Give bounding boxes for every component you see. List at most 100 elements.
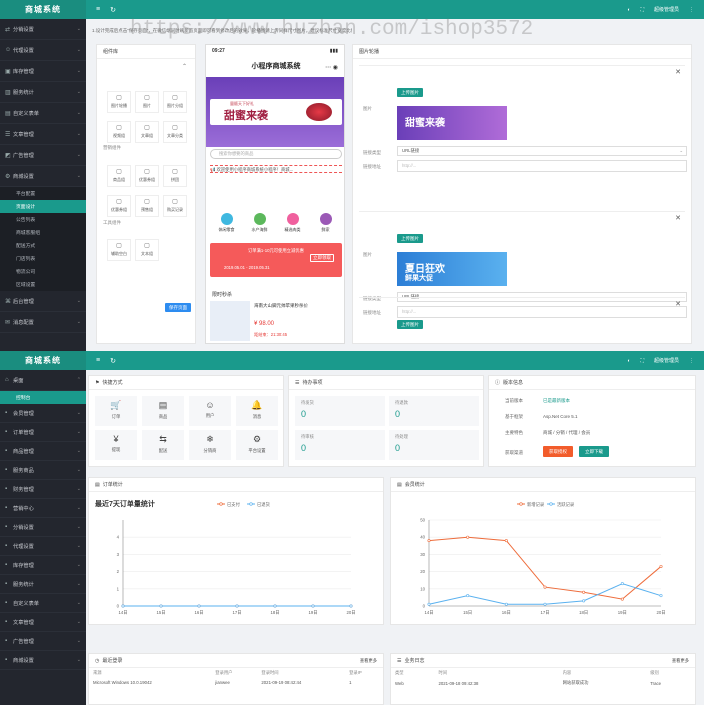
theme-icon[interactable]: ◐	[627, 358, 630, 364]
sidebar-item[interactable]: ▣ 库存管理 ⌄	[0, 61, 86, 82]
coupon-claim-button[interactable]: 立即领取	[310, 254, 334, 262]
sidebar-item[interactable]: ⇄ 分销设置 ⌄	[0, 19, 86, 40]
close-icon[interactable]: ✕	[675, 300, 681, 308]
close-icon[interactable]: ✕	[675, 214, 681, 222]
quick-shortcut[interactable]: ¥ 提现	[95, 430, 137, 460]
sidebar-sub-item[interactable]: 区域设置	[0, 278, 86, 291]
sidebar-item[interactable]: ▪ 自定义表单 ⌄	[0, 594, 86, 613]
refresh-icon[interactable]: ↻	[110, 6, 116, 14]
sidebar-item[interactable]: ▪ 库存管理 ⌄	[0, 556, 86, 575]
component-button[interactable]: ▢ 文章分类	[163, 121, 187, 143]
fullscreen-icon[interactable]: ⛶	[640, 358, 644, 364]
link-type-select[interactable]: URL链接 ⌄	[397, 146, 687, 156]
search-input[interactable]: 搜索你想要的商品	[210, 149, 342, 159]
sidebar-sub-console[interactable]: 控制台	[0, 391, 86, 404]
sidebar-sub-item[interactable]: 公告列表	[0, 213, 86, 226]
quick-shortcut[interactable]: ⇆ 配送	[142, 430, 184, 460]
get-license-button[interactable]: 获取授权	[543, 446, 573, 457]
user-menu[interactable]: 超级管理员	[654, 357, 679, 364]
sidebar-sub-item[interactable]: 门店列表	[0, 252, 86, 265]
sidebar-item[interactable]: ▪ 商品管理 ⌄	[0, 442, 86, 461]
component-button[interactable]: ▢ 购买记录	[163, 195, 187, 217]
quick-shortcut[interactable]: 🛒 订单	[95, 396, 137, 426]
sidebar-item[interactable]: ▪ 财务管理 ⌄	[0, 480, 86, 499]
sidebar-item[interactable]: ▪ 服务统计 ⌄	[0, 575, 86, 594]
component-button[interactable]: ▢ 文本组	[135, 239, 159, 261]
download-button[interactable]: 立即下载	[579, 446, 609, 457]
collapse-icon[interactable]: ⌃	[182, 63, 187, 70]
close-icon[interactable]: ✕	[675, 68, 681, 76]
sidebar-item[interactable]: ▪ 服务商品 ⌄	[0, 461, 86, 480]
sidebar-item[interactable]: ▪ 代理设置 ⌄	[0, 537, 86, 556]
todo-item[interactable]: 待审核 0	[295, 430, 385, 460]
sidebar-item[interactable]: ✉ 消息配置 ⌄	[0, 312, 86, 333]
product-countdown: 距结束：21:30:45	[254, 332, 288, 337]
sidebar-item[interactable]: ⚙ 商城设置 ⌄	[0, 166, 86, 187]
category-item[interactable]: 精选肉类	[279, 213, 307, 239]
sidebar-item[interactable]: ☺ 代理设置 ⌄	[0, 40, 86, 61]
component-icon: ▢	[172, 95, 178, 101]
category-item[interactable]: 鲜家	[312, 213, 340, 239]
todo-item[interactable]: 待处理 0	[389, 430, 479, 460]
sidebar-item[interactable]: ▪ 订单管理 ⌄	[0, 423, 86, 442]
fullscreen-icon[interactable]: ⛶	[640, 7, 644, 13]
quick-shortcut[interactable]: ▤ 商品	[142, 396, 184, 426]
sidebar-sub-item[interactable]: 商城客服组	[0, 226, 86, 239]
menu-icon: ▪	[5, 410, 8, 416]
sidebar-item[interactable]: ▪ 文章管理 ⌄	[0, 613, 86, 632]
sidebar-sub-item[interactable]: 平台配置	[0, 187, 86, 200]
menu-toggle-icon[interactable]: ≡	[96, 357, 100, 364]
quick-shortcut[interactable]: ☺ 用户	[189, 396, 231, 426]
component-button[interactable]: ▢ 文章组	[135, 121, 159, 143]
component-button[interactable]: ▢ 图片	[135, 91, 159, 113]
component-button[interactable]: ▢ 商品组	[107, 165, 131, 187]
user-menu[interactable]: 超级管理员	[654, 6, 679, 13]
category-item[interactable]: 水产海鲜	[246, 213, 274, 239]
more-icon[interactable]: ⋮	[689, 358, 694, 364]
sidebar-item[interactable]: ☰ 文章管理 ⌄	[0, 124, 86, 145]
sidebar-item-home[interactable]: ⌂ 桌面 ⌃	[0, 370, 86, 391]
x-tick-label: 15日	[156, 610, 165, 616]
sidebar-item[interactable]: ▪ 分销设置 ⌄	[0, 518, 86, 537]
upload-image-button[interactable]: 上传图片	[397, 320, 423, 329]
upload-image-button[interactable]: 上传图片	[397, 88, 423, 97]
todo-item[interactable]: 待发货 0	[295, 396, 385, 426]
upload-image-button[interactable]: 上传图片	[397, 234, 423, 243]
sidebar-item[interactable]: ◩ 广告管理 ⌄	[0, 145, 86, 166]
quick-shortcut[interactable]: ❄ 分销商	[189, 430, 231, 460]
sidebar-sub-item[interactable]: 配送方式	[0, 239, 86, 252]
component-button[interactable]: ▢ 图片轮播	[107, 91, 131, 113]
product-image	[210, 301, 250, 341]
quick-shortcut-label: 配送	[158, 448, 168, 453]
component-button[interactable]: ▢ 优惠券组	[135, 165, 159, 187]
sidebar-item[interactable]: ▤ 自定义表单 ⌄	[0, 103, 86, 124]
sidebar-item[interactable]: ▪ 会员管理 ⌄	[0, 404, 86, 423]
category-item[interactable]: 休闲零食	[213, 213, 241, 239]
save-page-button[interactable]: 保存页面	[165, 303, 191, 312]
sidebar-sub-item[interactable]: 物流公司	[0, 265, 86, 278]
sidebar-item[interactable]: ▪ 广告管理 ⌄	[0, 632, 86, 651]
sidebar-item[interactable]: ▪ 商城设置 ⌄	[0, 651, 86, 670]
log-more-link[interactable]: 查看更多	[672, 658, 689, 664]
refresh-icon[interactable]: ↻	[110, 357, 116, 365]
more-icon[interactable]: ⋮	[689, 7, 694, 13]
theme-icon[interactable]: ◐	[627, 7, 630, 13]
component-button[interactable]: ▢ 图片分组	[163, 91, 187, 113]
component-button[interactable]: ▢ 预售组	[135, 195, 159, 217]
sidebar-item[interactable]: ⌘ 后台管理 ⌄	[0, 291, 86, 312]
todo-item[interactable]: 待退款 0	[389, 396, 479, 426]
link-address-input[interactable]: http://...	[397, 160, 687, 172]
menu-toggle-icon[interactable]: ≡	[96, 6, 100, 13]
battery-icon: ▮▮▮	[329, 48, 338, 54]
sidebar-item[interactable]: ▪ 营销中心 ⌄	[0, 499, 86, 518]
component-button[interactable]: ▢ 辅助空白	[107, 239, 131, 261]
login-more-link[interactable]: 查看更多	[360, 658, 377, 664]
component-button[interactable]: ▢ 拼团	[163, 165, 187, 187]
component-button[interactable]: ▢ 视频组	[107, 121, 131, 143]
sidebar-item[interactable]: ▥ 服务统计 ⌄	[0, 82, 86, 103]
chevron-down-icon: ⌄	[76, 600, 81, 606]
sidebar-sub-item[interactable]: 页面设计	[0, 200, 86, 213]
quick-shortcut[interactable]: ⚙ 平台设置	[236, 430, 278, 460]
quick-shortcut[interactable]: 🔔 消息	[236, 396, 278, 426]
component-button[interactable]: ▢ 优惠券组	[107, 195, 131, 217]
